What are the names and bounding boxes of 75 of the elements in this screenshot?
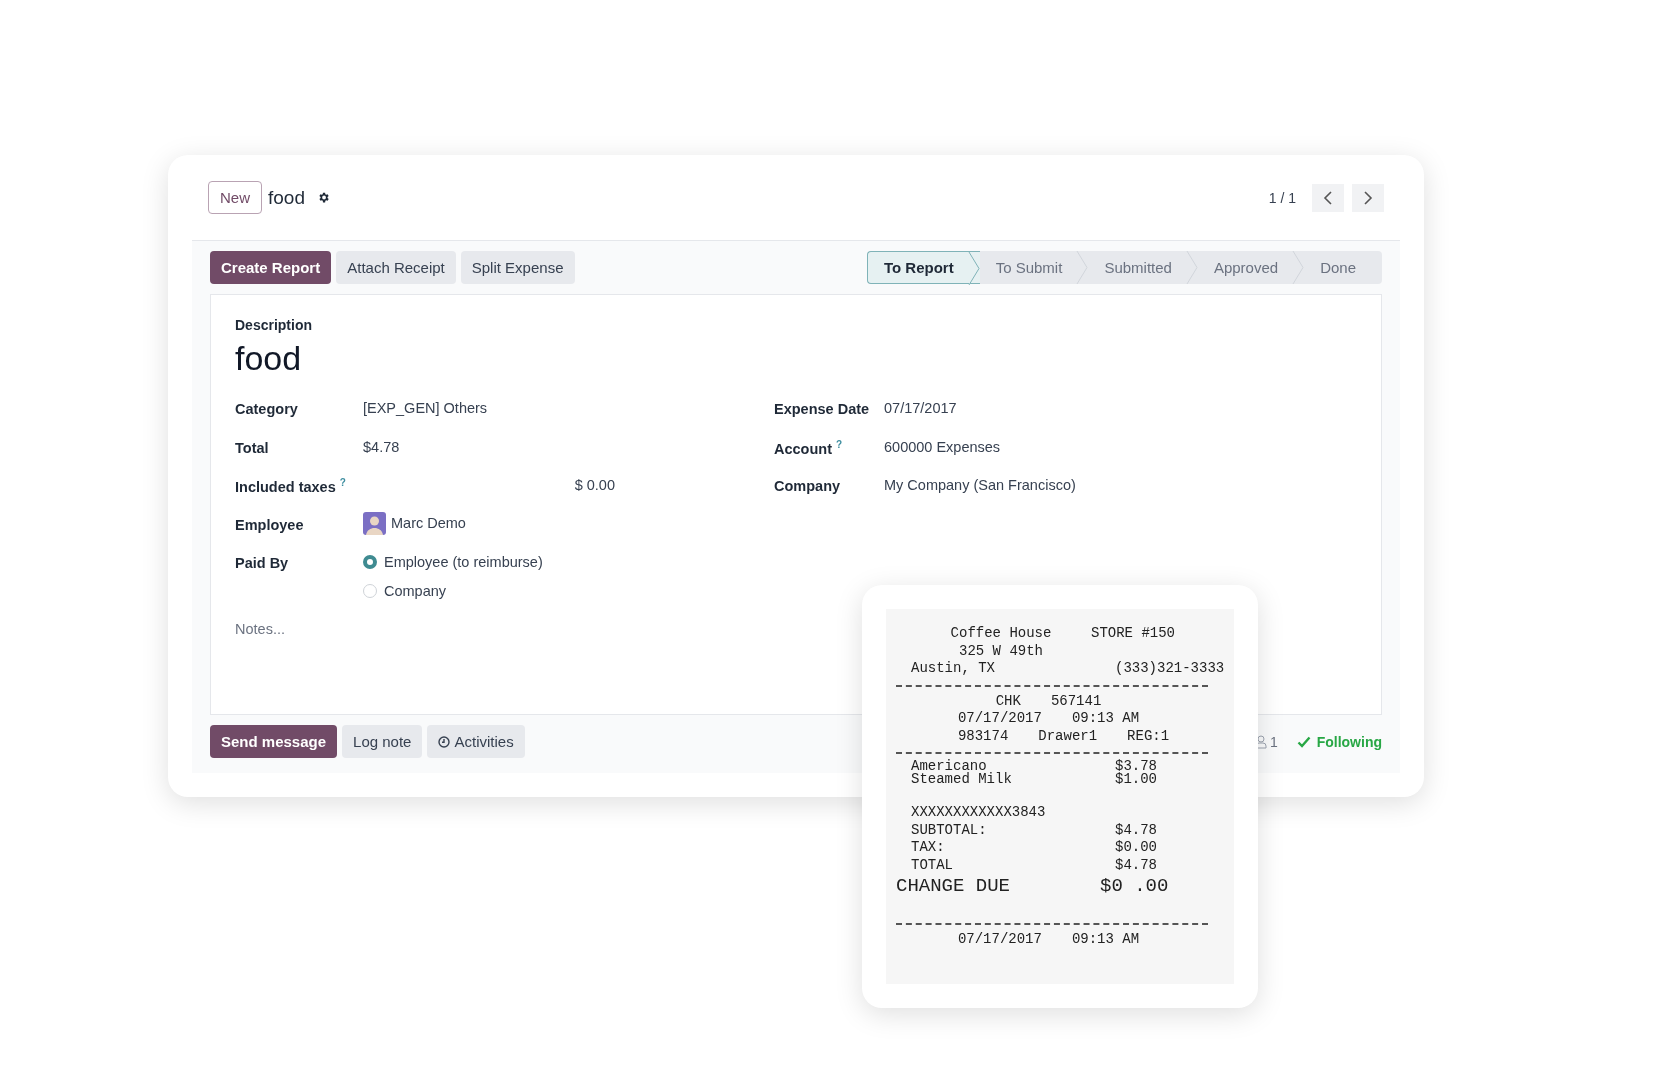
receipt-text: 567141 [1050, 692, 1102, 710]
receipt-text: Americano [911, 760, 987, 773]
receipt-text: TAX: [911, 839, 946, 857]
pager-counter: 1 / 1 [1268, 189, 1296, 206]
receipt-text: CHK [995, 692, 1021, 710]
receipt-text: $4.78 [1115, 856, 1158, 874]
field-label: Category [235, 401, 298, 417]
receipt-text: (333)321-3333 [1115, 660, 1225, 678]
receipt-text: TOTAL [911, 856, 954, 874]
field-label: Total [235, 439, 269, 456]
receipt-text: 983174 [957, 727, 1009, 745]
notes-field[interactable]: Notes... [235, 621, 774, 637]
field-value[interactable]: $4.78 [363, 438, 615, 455]
field-value[interactable]: 07/17/2017 [884, 400, 1357, 439]
receipt-text: SUBTOTAL: [911, 821, 988, 839]
action-button[interactable]: Attach Receipt [336, 251, 456, 284]
field-value[interactable]: $ 0.00 [363, 477, 615, 493]
receipt-text: $0 .00 [1100, 874, 1170, 898]
chatter-button[interactable]: Log note [342, 725, 423, 758]
radio-option[interactable]: Employee (to reimburse) [363, 554, 615, 570]
receipt-text: $0.00 [1115, 839, 1158, 857]
help-mark[interactable]: ? [836, 438, 843, 450]
chatter-button[interactable]: Send message [210, 725, 338, 758]
receipt-text: 07/17/2017 [957, 710, 1042, 728]
receipt-text: $4.78 [1115, 821, 1158, 839]
check-icon [1296, 735, 1311, 748]
field-value[interactable]: Marc Demo [391, 515, 466, 531]
chevron-left-icon [1323, 190, 1333, 205]
avatar-icon [363, 511, 386, 535]
receipt-text: 325 W 49th [958, 642, 1044, 660]
radio-icon[interactable] [363, 555, 377, 569]
receipt-text: Coffee House [949, 625, 1053, 643]
receipt-text: 09:13 AM [1071, 710, 1140, 728]
new-button[interactable]: New [208, 181, 262, 214]
field-label: Employee [235, 516, 304, 533]
chevron-icon [1076, 251, 1089, 284]
receipt-text: STORE #150 [1091, 625, 1176, 643]
previous-button[interactable] [1312, 183, 1344, 212]
clock-icon [438, 735, 451, 748]
status-step[interactable]: Submitted [1088, 251, 1198, 284]
field-value[interactable]: My Company (San Francisco) [884, 477, 1357, 516]
record-title: food [268, 186, 305, 209]
field-value[interactable]: [EXP_GEN] Others [363, 400, 615, 416]
status-step[interactable]: Approved [1197, 251, 1305, 284]
chatter-button[interactable]: Activities [427, 725, 525, 758]
description-field[interactable]: food [235, 339, 1357, 378]
field-label: Included taxes [235, 479, 336, 496]
receipt-text: Austin, TX [911, 660, 996, 678]
field-value[interactable]: 600000 Expenses [884, 438, 1357, 477]
receipt-text: 09:13 AM [1071, 931, 1140, 949]
receipt-text: REG:1 [1127, 727, 1170, 745]
field-label: Description [235, 317, 313, 333]
receipt-text: XXXXXXXXXXXX3843 [911, 804, 1047, 822]
radio-option[interactable]: Company [363, 583, 615, 599]
help-mark[interactable]: ? [339, 477, 346, 488]
receipt-text: 07/17/2017 [957, 931, 1042, 949]
next-button[interactable] [1352, 183, 1384, 212]
action-button[interactable]: Split Expense [460, 251, 575, 284]
receipt-text: CHANGE DUE [896, 874, 1012, 898]
status-step[interactable]: To Report [866, 251, 980, 284]
receipt-text: Drawer1 [1038, 727, 1098, 745]
field-label: Paid By [235, 555, 289, 571]
chevron-icon [1185, 251, 1198, 284]
chevron-right-icon [1363, 190, 1373, 205]
gear-icon[interactable] [317, 191, 330, 204]
receipt-text: $3.78 [1115, 760, 1158, 773]
action-button[interactable]: Create Report [210, 251, 332, 284]
chevron-icon [1292, 251, 1305, 284]
status-step[interactable]: Done [1304, 251, 1382, 284]
receipt-text: Steamed Milk [911, 773, 1013, 786]
field-label: Company [774, 478, 841, 494]
receipt-text: $1.00 [1115, 773, 1158, 786]
status-step[interactable]: To Submit [979, 251, 1089, 284]
field-label: Account [774, 440, 832, 457]
field-label: Expense Date [774, 401, 870, 417]
